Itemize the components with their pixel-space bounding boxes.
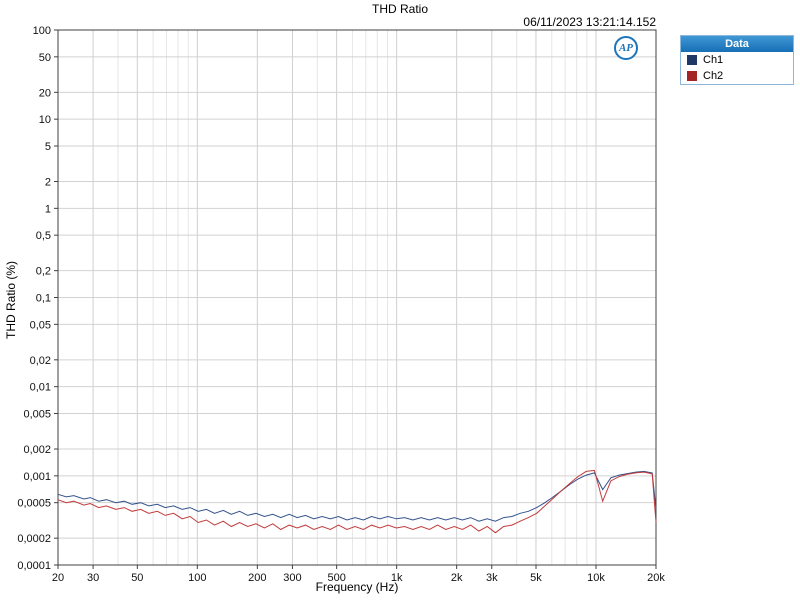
ap-logo-text: AP xyxy=(619,42,633,54)
legend-label: Ch2 xyxy=(703,70,723,82)
legend-label: Ch1 xyxy=(703,54,723,66)
legend-panel: Data Ch1Ch2 xyxy=(680,35,794,85)
legend-swatch-ch1 xyxy=(687,55,697,65)
y-tick-label: 0,001 xyxy=(23,471,51,483)
y-tick-label: 0,5 xyxy=(36,230,51,242)
legend-items: Ch1Ch2 xyxy=(681,52,793,84)
trace-ch2 xyxy=(58,470,656,532)
x-axis-label: Frequency (Hz) xyxy=(58,580,656,594)
y-tick-label: 0,01 xyxy=(30,382,51,394)
legend-header[interactable]: Data xyxy=(681,36,793,52)
y-tick-label: 2 xyxy=(45,176,51,188)
y-tick-label: 0,1 xyxy=(36,293,51,305)
y-tick-label: 20 xyxy=(39,87,51,99)
y-tick-label: 10 xyxy=(39,114,51,126)
y-tick-label: 0,0005 xyxy=(17,498,51,510)
timestamp: 06/11/2023 13:21:14.152 xyxy=(356,15,656,29)
y-tick-label: 0,002 xyxy=(23,444,51,456)
y-tick-label: 0,2 xyxy=(36,266,51,278)
y-tick-label: 0,0001 xyxy=(17,560,51,572)
y-tick-label: 5 xyxy=(45,141,51,153)
trace-ch1 xyxy=(58,471,656,521)
legend-swatch-ch2 xyxy=(687,71,697,81)
legend-item-ch1[interactable]: Ch1 xyxy=(681,52,793,68)
y-tick-label: 1 xyxy=(45,203,51,215)
y-tick-label: 0,02 xyxy=(30,355,51,367)
thd-ratio-graph-window: 2030501002003005001k2k3k5k10k20k10050201… xyxy=(0,0,800,600)
y-tick-label: 100 xyxy=(33,25,51,37)
y-tick-label: 0,005 xyxy=(23,409,51,421)
ap-logo-icon: AP xyxy=(614,36,638,60)
plot-area[interactable]: 2030501002003005001k2k3k5k10k20k10050201… xyxy=(0,0,800,600)
legend-item-ch2[interactable]: Ch2 xyxy=(681,68,793,84)
y-tick-label: 0,0002 xyxy=(17,533,51,545)
y-tick-label: 50 xyxy=(39,52,51,64)
y-axis-label: THD Ratio (%) xyxy=(4,160,18,440)
y-tick-label: 0,05 xyxy=(30,319,51,331)
chart-title: THD Ratio xyxy=(0,2,800,16)
